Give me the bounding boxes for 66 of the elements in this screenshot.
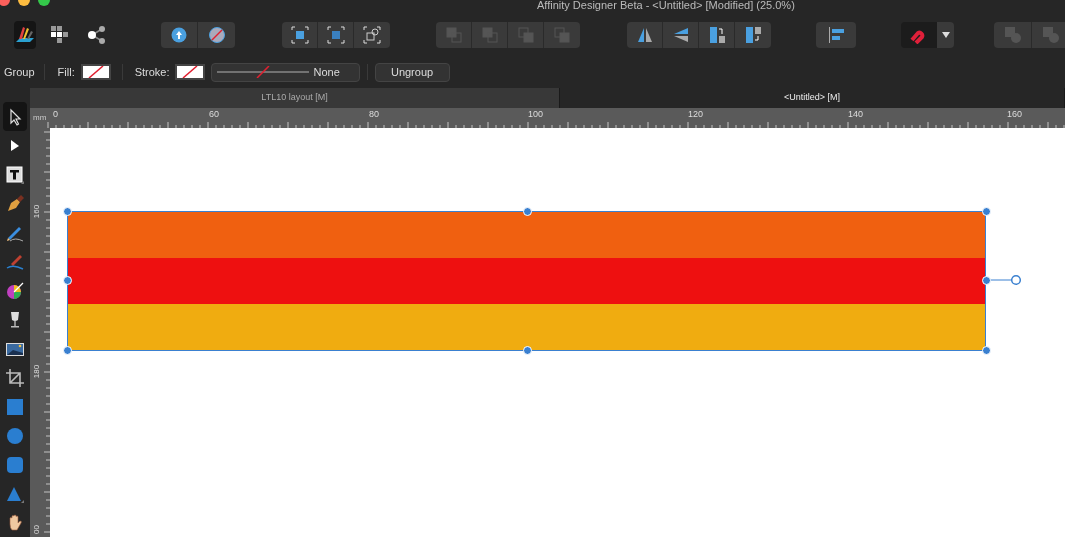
fill-swatch[interactable]: [80, 64, 111, 80]
ruler-label: 80: [369, 109, 379, 119]
window-title: Affinity Designer Beta - <Untitled> [Modified] (25.0%): [537, 0, 795, 11]
rotate-left-button[interactable]: [699, 22, 735, 48]
grid-button[interactable]: [282, 22, 318, 48]
insert-target-button[interactable]: [161, 22, 198, 48]
ruler-label: 100: [528, 109, 544, 119]
stroke-style-dropdown[interactable]: None: [210, 62, 360, 82]
ungroup-button[interactable]: Ungroup: [374, 62, 450, 82]
ruler-label: 160: [1007, 109, 1023, 119]
rotate-right-icon: [744, 26, 762, 44]
selection-handle[interactable]: [522, 206, 532, 216]
rounded-rectangle-icon: [5, 454, 25, 475]
grid-button[interactable]: [318, 22, 354, 48]
align-button[interactable]: [816, 22, 856, 48]
snap-shapes-button[interactable]: [354, 22, 390, 48]
stroke-swatch[interactable]: [174, 64, 205, 80]
stack-icon: [445, 27, 462, 43]
fill-label: Fill:: [57, 64, 75, 80]
ruler-label: 60: [209, 109, 219, 119]
flip-horizontal-button[interactable]: [627, 22, 663, 48]
crop-icon: [5, 367, 25, 388]
selection-handle[interactable]: [981, 345, 991, 355]
rectangle-icon: [5, 396, 25, 417]
flip-vertical-button[interactable]: [663, 22, 699, 48]
export-persona-button[interactable]: [86, 24, 108, 46]
snapping-menu-button[interactable]: [937, 22, 954, 48]
ruler-label: 0: [53, 109, 58, 119]
selection-handle[interactable]: [62, 206, 72, 216]
pixel-grid-icon: [50, 25, 70, 45]
color-wheel-icon: [5, 280, 25, 301]
document-tab[interactable]: LTL10 layout [M]: [30, 88, 560, 108]
selection-type-label: Group: [4, 64, 35, 80]
stack-icon: [481, 27, 498, 43]
align-left-icon: [827, 26, 845, 44]
caret-icon: [941, 32, 950, 38]
clear-target-button[interactable]: [198, 22, 235, 48]
selection-handle[interactable]: [981, 275, 991, 285]
snapping-button[interactable]: [901, 22, 937, 48]
rotate-left-icon: [707, 26, 726, 44]
ruler-label: 140: [848, 109, 864, 119]
rotate-right-button[interactable]: [735, 22, 771, 48]
stroke-line-icon: [216, 66, 309, 78]
flip-horizontal-icon: [635, 26, 654, 44]
selection-handle[interactable]: [981, 206, 991, 216]
share-nodes-icon: [86, 24, 108, 46]
stack-icon: [554, 27, 570, 43]
stroke-label: Stroke:: [134, 64, 170, 80]
boolean-subtract-icon: [1042, 26, 1060, 44]
ruler-label: 180: [31, 363, 41, 381]
selection-handle[interactable]: [62, 275, 72, 285]
designer-persona-button[interactable]: [14, 21, 36, 49]
ellipse-icon: [5, 425, 25, 446]
selection-handle[interactable]: [522, 345, 532, 355]
boolean-add-icon: [1003, 26, 1022, 44]
pixel-persona-button[interactable]: [50, 25, 70, 45]
selection-handle[interactable]: [62, 345, 72, 355]
ruler-label: 00: [31, 524, 41, 536]
ruler-label: 160: [31, 203, 41, 221]
tool-button[interactable]: [3, 102, 27, 131]
shapes-frame-icon: [363, 26, 381, 44]
stack-icon: [517, 27, 534, 43]
pen-icon: [5, 193, 25, 214]
ruler-unit-label: mm: [33, 113, 47, 122]
text-icon: [5, 164, 25, 185]
ruler-label: 120: [688, 109, 704, 119]
